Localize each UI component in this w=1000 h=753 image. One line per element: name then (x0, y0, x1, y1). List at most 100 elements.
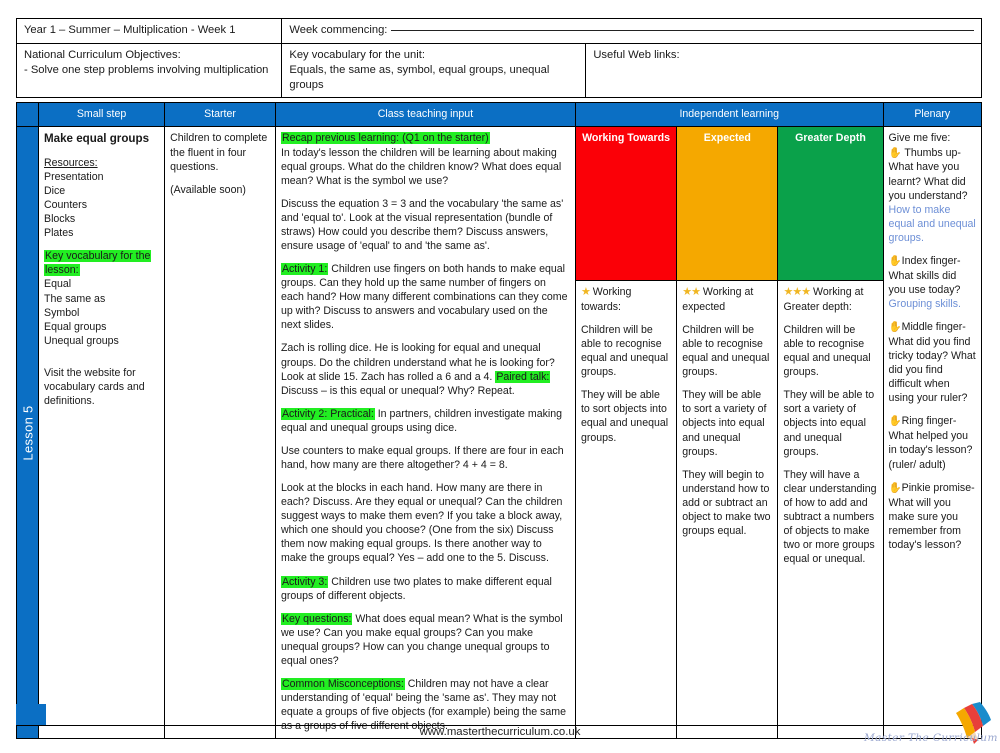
starter-line-1: Children to complete the fluent in four … (170, 132, 268, 173)
plenary-intro: Give me five: ✋ Thumbs up- What have you… (889, 131, 976, 245)
subheader-working-towards: Working Towards (574, 126, 678, 282)
lesson-number-label: Lesson 5 (19, 405, 35, 461)
plenary-item: ✋Pinkie promise- What will you make sure… (889, 481, 976, 552)
hand-icon: ✋ (888, 481, 902, 494)
site-url[interactable]: www.masterthecurriculum.co.uk (0, 726, 1000, 738)
brand-logo-text: Master The Curriculum (864, 732, 998, 744)
star-icon: ★★ (682, 286, 701, 299)
plenary-question: Pinkie promise- What will you make sure … (888, 481, 975, 551)
lesson-number-spine: Lesson 5 (16, 126, 39, 740)
ind-paragraph: Children will be able to recognise equal… (783, 324, 871, 379)
plenary-item: ✋Index finger- What skills did you use t… (889, 254, 976, 311)
header-spine-blank (16, 102, 39, 128)
resources-label: Resources: (44, 156, 98, 169)
teaching-highlight: Activity 3: (280, 575, 329, 588)
hand-icon: ✋ (888, 321, 902, 334)
class-teaching-input-cell: Recap previous learning: (Q1 on the star… (274, 126, 576, 740)
small-step-note: Visit the website for vocabulary cards a… (44, 366, 145, 407)
header-independent-learning: Independent learning (574, 102, 884, 128)
key-vocab-unit-label: Key vocabulary for the unit: (289, 49, 425, 61)
lesson-grid-table: Small step Starter Class teaching input … (16, 102, 983, 740)
small-step-title: Make equal groups (44, 132, 150, 146)
nc-objectives-text: - Solve one step problems involving mult… (24, 63, 269, 76)
ind-paragraph: They will have a clear understanding of … (783, 468, 877, 566)
nc-objectives-label: National Curriculum Objectives: (24, 49, 181, 61)
teaching-block: Use counters to make equal groups. If th… (281, 444, 570, 472)
subheader-greater-depth: Greater Depth (777, 126, 884, 282)
ind-paragraph: They will be able to sort objects into e… (580, 389, 669, 444)
header-plenary: Plenary (882, 102, 983, 128)
plenary-cell: Give me five: ✋ Thumbs up- What have you… (882, 126, 983, 740)
plenary-answer: How to make equal and unequal groups. (888, 203, 976, 244)
hand-icon: ✋ (888, 254, 902, 267)
ind-heading: ★★ Working at expected (682, 285, 772, 314)
starter-line-2: (Available soon) (170, 183, 246, 196)
teaching-highlight: Key questions: (280, 612, 353, 625)
week-commencing-blank-line[interactable] (391, 30, 974, 31)
teaching-block: Discuss the equation 3 = 3 and the vocab… (281, 197, 570, 253)
resource-item: Dice (44, 184, 66, 197)
teaching-block: Activity 1: Children use fingers on both… (280, 262, 570, 332)
grid-header-row: Small step Starter Class teaching input … (16, 102, 983, 128)
plenary-item: ✋Middle finger- What did you find tricky… (889, 320, 976, 405)
teaching-highlight: Activity 1: (280, 263, 329, 276)
key-vocab-unit-text: Equals, the same as, symbol, equal group… (289, 63, 550, 91)
web-links-cell: Useful Web links: (585, 42, 982, 99)
teaching-block: Key questions: What does equal mean? Wha… (280, 612, 570, 668)
week-commencing-label: Week commencing: (289, 24, 388, 36)
teaching-text: Look at the blocks in each hand. How man… (280, 482, 563, 565)
independent-cell-working-towards: ★ Working towards: Children will be able… (574, 280, 678, 740)
ind-paragraph: They will be able to sort a variety of o… (783, 389, 875, 458)
meta-row-details: National Curriculum Objectives: - Solve … (15, 42, 982, 99)
key-vocab-unit-cell: Key vocabulary for the unit: Equals, the… (281, 42, 587, 99)
teaching-text: Use counters to make equal groups. If th… (280, 444, 564, 471)
header-small-step: Small step (37, 102, 166, 128)
teaching-highlight: Recap previous learning: (Q1 on the star… (280, 132, 490, 145)
unit-title-cell: Year 1 – Summer – Multiplication - Week … (15, 18, 283, 44)
week-commencing-cell: Week commencing: (281, 18, 982, 44)
vocab-item: Equal groups (44, 320, 107, 333)
teaching-block: Recap previous learning: (Q1 on the star… (280, 131, 570, 187)
teaching-highlight: Common Misconceptions: (280, 678, 405, 690)
ind-paragraph: Children will be able to recognise equal… (682, 324, 770, 379)
independent-cell-expected: ★★ Working at expected Children will be … (676, 280, 779, 740)
resource-item: Counters (44, 199, 87, 212)
resource-item: Presentation (44, 170, 104, 183)
nc-objectives-cell: National Curriculum Objectives: - Solve … (15, 42, 283, 99)
header-starter: Starter (164, 102, 276, 128)
ind-paragraph: Children will be able to recognise equal… (580, 324, 669, 379)
star-icon: ★★★ (783, 286, 811, 299)
header-class-teaching-input: Class teaching input (274, 102, 576, 128)
star-icon: ★ (580, 286, 591, 299)
ind-heading: ★ Working towards: (581, 285, 671, 314)
resource-item: Plates (44, 227, 74, 240)
teaching-text: Discuss the equation 3 = 3 and the vocab… (280, 197, 564, 252)
web-links-label: Useful Web links: (593, 49, 680, 61)
hand-icon: ✋ (888, 146, 902, 159)
plenary-item: ✋Ring finger- What helped you in today's… (889, 414, 976, 471)
teaching-text: In today's lesson the children will be l… (280, 146, 562, 187)
brand-logo: Master The Curriculum (862, 702, 997, 748)
vocab-item: The same as (44, 292, 106, 305)
teaching-highlight: Paired talk: (495, 370, 551, 383)
teaching-block: Zach is rolling dice. He is looking for … (281, 341, 570, 397)
resource-item: Blocks (44, 213, 76, 226)
unit-title: Year 1 – Summer – Multiplication - Week … (24, 24, 236, 36)
grid-body-row: Lesson 5 Make equal groups Resources: Pr… (16, 126, 983, 740)
teaching-block: Look at the blocks in each hand. How man… (281, 481, 570, 565)
vocab-item: Equal (44, 278, 72, 291)
small-step-cell: Make equal groups Resources: Presentatio… (37, 126, 166, 740)
ind-paragraph: They will be able to sort a variety of o… (682, 389, 767, 458)
hand-icon: ✋ (888, 415, 902, 428)
teaching-highlight: Activity 2: Practical: (280, 407, 375, 420)
brand-corner-square (16, 704, 46, 726)
plenary-question: Middle finger- What did you find tricky … (888, 321, 976, 405)
lesson-plan-sheet: Year 1 – Summer – Multiplication - Week … (15, 18, 983, 740)
lesson-key-vocab-label: Key vocabulary for the lesson: (44, 250, 152, 277)
teaching-block: Activity 2: Practical: In partners, chil… (280, 407, 570, 435)
starter-cell: Children to complete the fluent in four … (164, 126, 276, 740)
independent-cell-greater-depth: ★★★ Working at Greater depth: Children w… (777, 280, 884, 740)
